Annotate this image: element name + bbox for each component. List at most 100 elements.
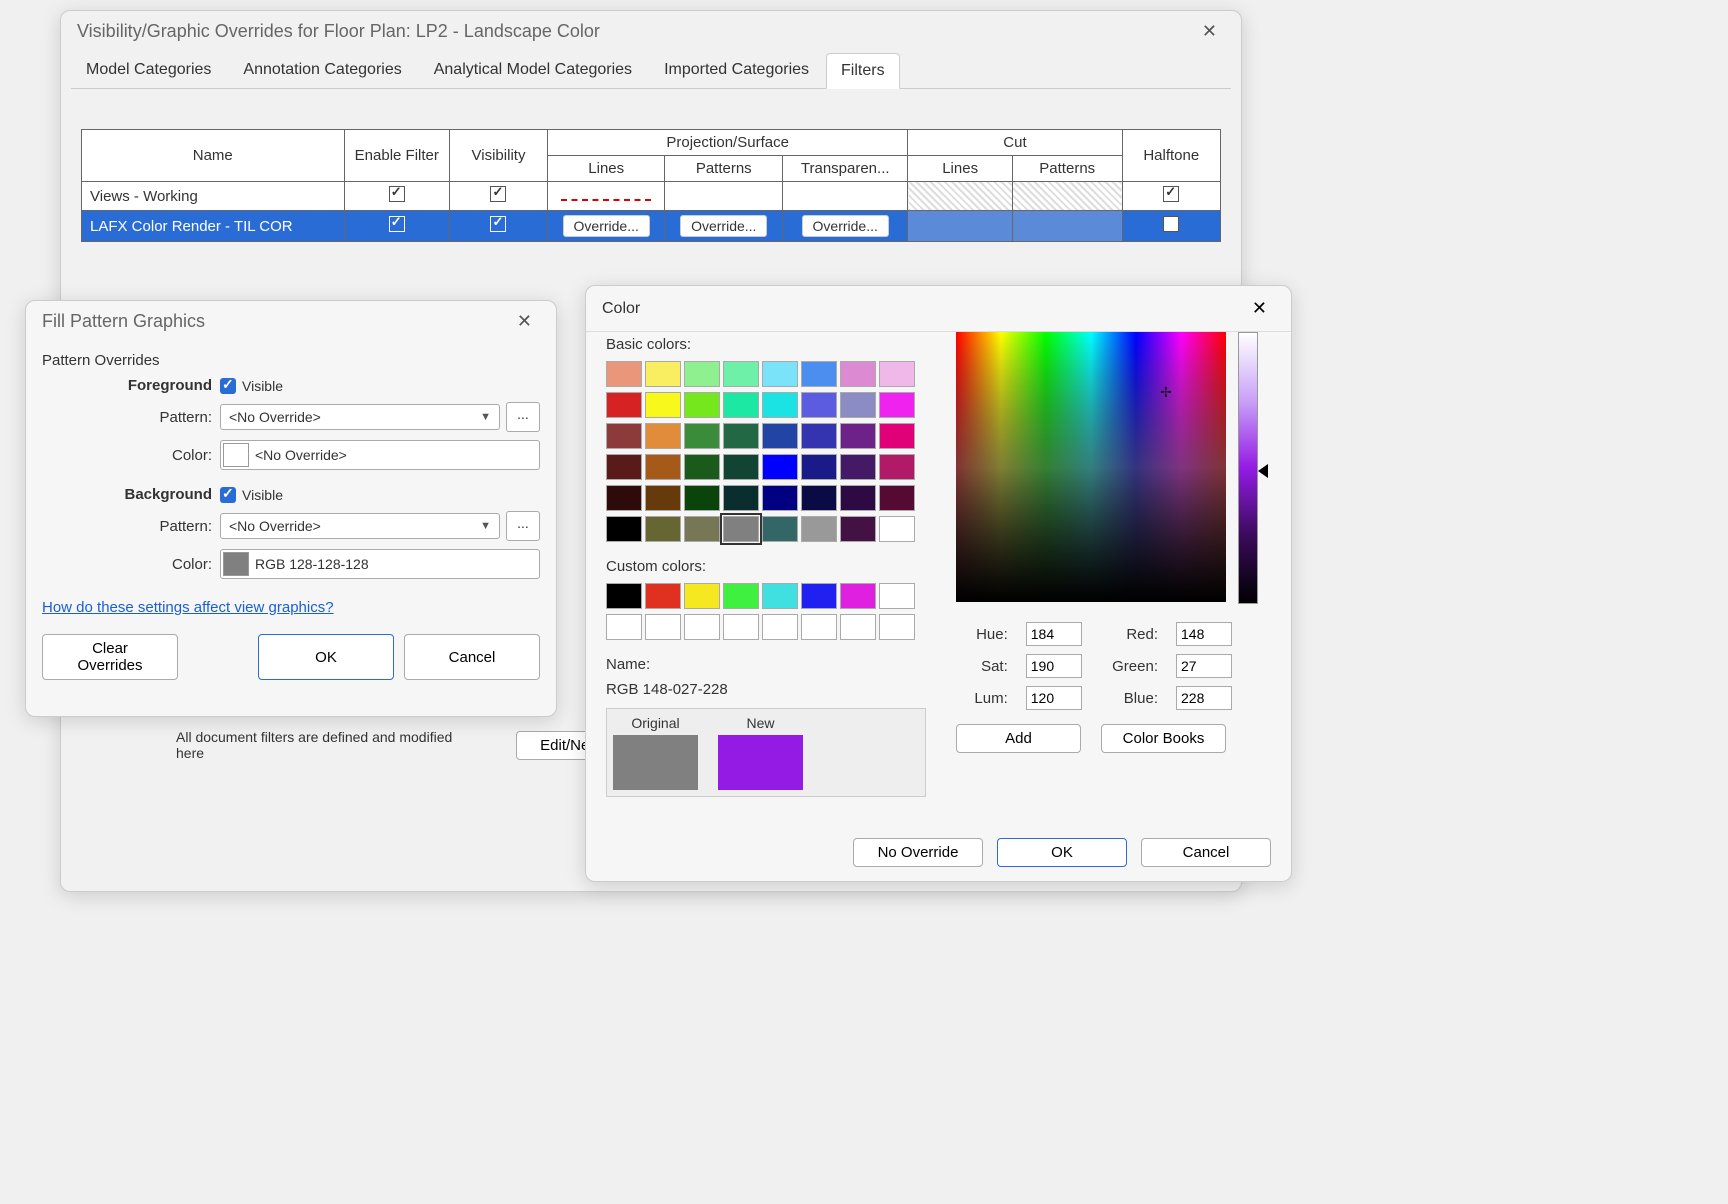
override-patterns-btn[interactable]: Override... <box>680 215 767 237</box>
basic-color-cell[interactable] <box>645 516 681 542</box>
basic-color-cell[interactable] <box>723 361 759 387</box>
basic-color-cell[interactable] <box>840 423 876 449</box>
basic-color-cell[interactable] <box>645 423 681 449</box>
custom-color-cell[interactable] <box>723 614 759 640</box>
fg-color-field[interactable]: <No Override> <box>220 440 540 470</box>
proj-transp-cell[interactable] <box>783 182 908 211</box>
basic-color-cell[interactable] <box>684 485 720 511</box>
cancel-button[interactable]: Cancel <box>404 634 540 680</box>
enable-checkbox[interactable] <box>389 186 405 202</box>
green-input[interactable] <box>1176 654 1232 678</box>
custom-color-cell[interactable] <box>645 614 681 640</box>
proj-lines-cell[interactable] <box>547 182 665 211</box>
basic-color-cell[interactable] <box>801 361 837 387</box>
basic-color-cell[interactable] <box>762 454 798 480</box>
custom-color-cell[interactable] <box>840 614 876 640</box>
luminance-bar[interactable] <box>1238 332 1258 604</box>
basic-color-cell[interactable] <box>879 485 915 511</box>
basic-color-cell[interactable] <box>840 516 876 542</box>
basic-color-cell[interactable] <box>840 485 876 511</box>
custom-color-cell[interactable] <box>879 614 915 640</box>
basic-color-cell[interactable] <box>879 454 915 480</box>
override-transp-btn[interactable]: Override... <box>802 215 889 237</box>
basic-color-cell[interactable] <box>723 454 759 480</box>
blue-input[interactable] <box>1176 686 1232 710</box>
tab-imported-categories[interactable]: Imported Categories <box>649 52 824 88</box>
ok-button[interactable]: OK <box>258 634 394 680</box>
basic-color-cell[interactable] <box>723 392 759 418</box>
basic-color-cell[interactable] <box>723 485 759 511</box>
visibility-checkbox[interactable] <box>490 216 506 232</box>
basic-color-cell[interactable] <box>879 516 915 542</box>
basic-color-cell[interactable] <box>606 361 642 387</box>
basic-color-cell[interactable] <box>762 485 798 511</box>
basic-color-cell[interactable] <box>684 454 720 480</box>
fg-visible-check[interactable]: Visible <box>220 378 283 394</box>
basic-color-cell[interactable] <box>801 454 837 480</box>
fg-pattern-browse-button[interactable]: ... <box>506 402 540 432</box>
tab-annotation-categories[interactable]: Annotation Categories <box>228 52 416 88</box>
basic-color-cell[interactable] <box>801 516 837 542</box>
basic-color-cell[interactable] <box>684 423 720 449</box>
basic-color-cell[interactable] <box>801 423 837 449</box>
basic-color-cell[interactable] <box>801 392 837 418</box>
basic-color-cell[interactable] <box>879 361 915 387</box>
tab-filters[interactable]: Filters <box>826 53 900 89</box>
basic-color-cell[interactable] <box>606 485 642 511</box>
red-input[interactable] <box>1176 622 1232 646</box>
lum-input[interactable] <box>1026 686 1082 710</box>
help-link[interactable]: How do these settings affect view graphi… <box>42 599 334 616</box>
cancel-button[interactable]: Cancel <box>1141 838 1271 867</box>
sat-input[interactable] <box>1026 654 1082 678</box>
table-row[interactable]: Views - Working <box>82 182 1221 211</box>
bg-visible-check[interactable]: Visible <box>220 487 283 503</box>
basic-color-cell[interactable] <box>840 454 876 480</box>
basic-color-cell[interactable] <box>762 361 798 387</box>
custom-color-cell[interactable] <box>723 583 759 609</box>
table-row[interactable]: LAFX Color Render - TIL COR Override... … <box>82 211 1221 242</box>
basic-color-cell[interactable] <box>840 392 876 418</box>
basic-color-cell[interactable] <box>840 361 876 387</box>
add-button[interactable]: Add <box>956 724 1081 753</box>
basic-color-cell[interactable] <box>645 392 681 418</box>
basic-color-cell[interactable] <box>645 361 681 387</box>
tab-model-categories[interactable]: Model Categories <box>71 52 226 88</box>
basic-color-cell[interactable] <box>645 454 681 480</box>
visibility-checkbox[interactable] <box>490 186 506 202</box>
halftone-checkbox[interactable] <box>1163 216 1179 232</box>
basic-color-cell[interactable] <box>645 485 681 511</box>
clear-overrides-button[interactable]: Clear Overrides <box>42 634 178 680</box>
basic-color-cell[interactable] <box>879 423 915 449</box>
custom-color-cell[interactable] <box>606 614 642 640</box>
basic-color-cell[interactable] <box>723 423 759 449</box>
basic-color-cell[interactable] <box>684 392 720 418</box>
enable-checkbox[interactable] <box>389 216 405 232</box>
ok-button[interactable]: OK <box>997 838 1127 867</box>
override-lines-btn[interactable]: Override... <box>563 215 650 237</box>
basic-color-cell[interactable] <box>606 392 642 418</box>
close-icon[interactable]: ✕ <box>1244 296 1275 321</box>
basic-color-cell[interactable] <box>684 361 720 387</box>
tab-analytical-categories[interactable]: Analytical Model Categories <box>419 52 647 88</box>
close-icon[interactable]: ✕ <box>509 309 540 334</box>
custom-color-cell[interactable] <box>762 583 798 609</box>
color-books-button[interactable]: Color Books <box>1101 724 1226 753</box>
luminance-arrow-icon[interactable] <box>1258 464 1268 478</box>
custom-color-cell[interactable] <box>684 614 720 640</box>
bg-pattern-browse-button[interactable]: ... <box>506 511 540 541</box>
basic-color-cell[interactable] <box>723 516 759 542</box>
proj-patterns-cell[interactable] <box>665 182 783 211</box>
basic-color-cell[interactable] <box>762 392 798 418</box>
basic-color-cell[interactable] <box>762 423 798 449</box>
halftone-checkbox[interactable] <box>1163 186 1179 202</box>
custom-color-cell[interactable] <box>879 583 915 609</box>
basic-color-cell[interactable] <box>606 516 642 542</box>
custom-color-cell[interactable] <box>606 583 642 609</box>
close-icon[interactable]: ✕ <box>1194 19 1225 44</box>
custom-color-cell[interactable] <box>645 583 681 609</box>
fg-pattern-dropdown[interactable]: <No Override> ▼ <box>220 404 500 430</box>
hue-input[interactable] <box>1026 622 1082 646</box>
bg-pattern-dropdown[interactable]: <No Override> ▼ <box>220 513 500 539</box>
basic-color-cell[interactable] <box>762 516 798 542</box>
custom-color-cell[interactable] <box>801 614 837 640</box>
